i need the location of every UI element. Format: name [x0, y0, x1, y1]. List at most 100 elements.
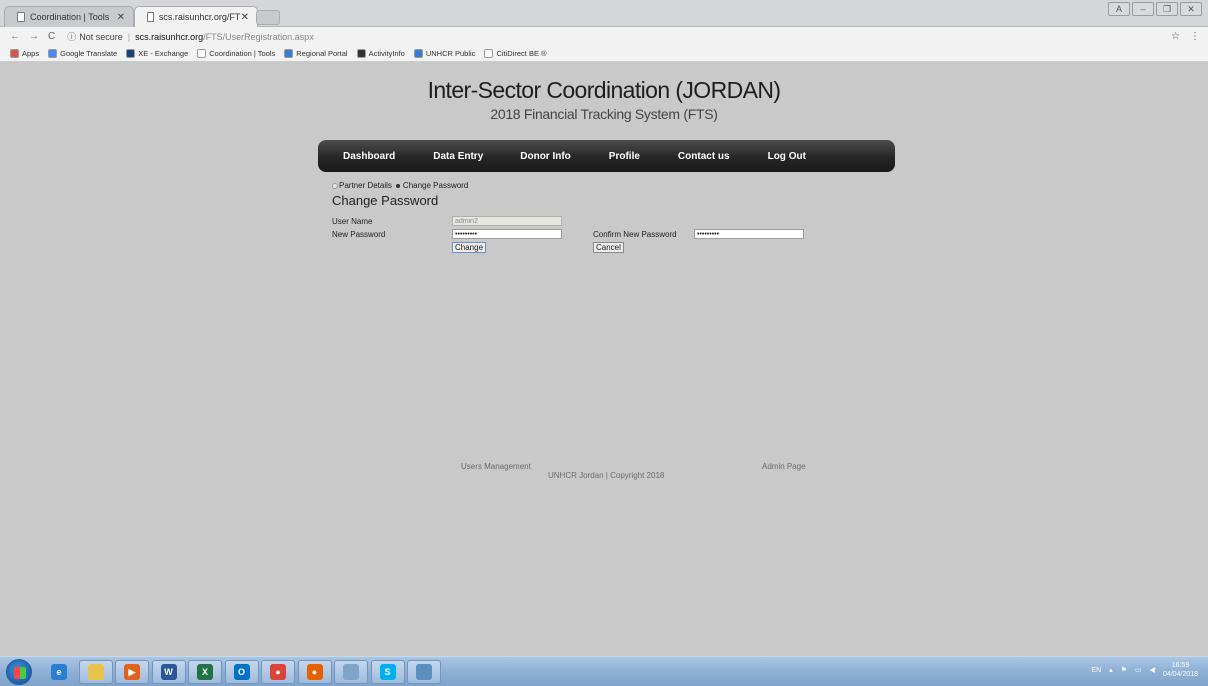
network-icon[interactable]: ▭	[1135, 666, 1142, 674]
confirm-password-field[interactable]	[694, 229, 804, 239]
bookmark-item[interactable]: UNHCR Public	[413, 49, 476, 58]
nav-profile[interactable]: Profile	[609, 151, 640, 162]
restore-icon[interactable]: ❐	[1156, 2, 1178, 16]
address-bar[interactable]: ⓘ Not secure | scs.raisunhcr.org/FTS/Use…	[67, 30, 313, 43]
volume-icon[interactable]: ◀	[1150, 666, 1155, 674]
apps-grid-icon	[10, 49, 19, 58]
bookmarks-bar: Apps Google Translate XE - Exchange Coordin…	[0, 46, 1208, 62]
page-icon	[197, 49, 207, 58]
user-profile-icon[interactable]: A	[1108, 2, 1130, 16]
app-glyph: O	[233, 664, 250, 680]
close-window-icon[interactable]: ✕	[1180, 2, 1202, 16]
back-icon[interactable]: ←	[10, 31, 20, 42]
users-management-link[interactable]: Users Management	[461, 462, 531, 471]
bookmark-item[interactable]: ActivityInfo	[356, 49, 405, 58]
word-icon[interactable]: W	[151, 660, 186, 684]
outlook-icon[interactable]: O	[224, 660, 259, 684]
excel-icon[interactable]: X	[188, 660, 222, 684]
admin-page-link[interactable]: Admin Page	[762, 462, 806, 471]
close-tab-icon[interactable]: ✕	[117, 12, 125, 23]
nav-data-entry[interactable]: Data Entry	[433, 151, 483, 162]
bookmark-label: UNHCR Public	[425, 49, 476, 58]
new-password-label: New Password	[332, 230, 386, 239]
app-glyph	[343, 664, 359, 680]
new-password-field[interactable]	[452, 229, 562, 239]
app-glyph: W	[160, 664, 177, 680]
nav-contact-us[interactable]: Contact us	[678, 151, 730, 162]
tab-title: scs.raisunhcr.org/FTS/Us	[158, 12, 241, 22]
separator: |	[127, 31, 131, 42]
chrome-icon[interactable]: ●	[261, 660, 295, 684]
minimize-icon[interactable]: –	[1132, 2, 1154, 16]
change-password-label[interactable]: Change Password	[403, 181, 468, 190]
window-controls: A – ❐ ✕	[1108, 2, 1202, 16]
browser-tab-active[interactable]: scs.raisunhcr.org/FTS/Us ✕	[134, 6, 258, 27]
unhcr-icon	[284, 49, 294, 58]
bookmark-item[interactable]: CitiDirect BE ®	[484, 49, 547, 58]
web-page: Inter-Sector Coordination (JORDAN) 2018 …	[0, 63, 1208, 656]
taskbar: e ▶ W X O ● ● S EN ▴ ⚑ ▭ ◀ 16:59 04/04/2018	[0, 656, 1208, 686]
bookmark-star-icon[interactable]: ☆	[1171, 31, 1180, 42]
partner-details-radio[interactable]	[332, 182, 338, 189]
bookmark-label: Regional Portal	[296, 49, 348, 58]
clock-date: 04/04/2018	[1162, 671, 1198, 678]
cancel-button[interactable]: Cancel	[593, 242, 624, 253]
partner-details-label[interactable]: Partner Details	[339, 181, 392, 190]
app-glyph	[87, 664, 104, 680]
windows-logo-icon	[14, 667, 26, 679]
bookmark-label: Coordination | Tools	[209, 49, 276, 58]
section-title: Change Password	[332, 193, 439, 208]
nav-donor-info[interactable]: Donor Info	[520, 151, 571, 162]
new-tab-button[interactable]	[256, 10, 280, 25]
page-icon	[484, 49, 494, 58]
activityinfo-icon	[356, 49, 366, 58]
forward-icon[interactable]: →	[29, 31, 39, 42]
change-password-radio[interactable]	[395, 183, 400, 188]
clock[interactable]: 16:59 04/04/2018	[1163, 661, 1198, 679]
internet-explorer-icon[interactable]: e	[42, 660, 76, 684]
info-icon[interactable]: ⓘ	[67, 30, 76, 43]
start-button[interactable]	[6, 659, 32, 685]
bookmark-item[interactable]: Coordination | Tools	[197, 49, 275, 58]
close-tab-icon[interactable]: ✕	[241, 12, 249, 23]
firefox-icon[interactable]: ●	[297, 660, 332, 684]
menu-icon[interactable]: ⋮	[1190, 31, 1200, 42]
confirm-password-label: Confirm New Password	[593, 230, 677, 239]
file-explorer-icon[interactable]	[78, 660, 113, 684]
media-player-icon[interactable]: ▶	[115, 660, 149, 684]
app-glyph: ●	[270, 664, 286, 680]
site-title: Inter-Sector Coordination (JORDAN)	[427, 77, 781, 103]
tab-title: Coordination | Tools	[30, 12, 110, 22]
system-tray: EN ▴ ⚑ ▭ ◀ 16:59 04/04/2018	[1091, 661, 1198, 679]
snipping-tool-icon[interactable]	[407, 660, 441, 684]
user-name-field	[452, 216, 562, 226]
nav-buttons: ← → C	[10, 31, 55, 42]
notes-icon[interactable]	[334, 660, 368, 684]
reload-icon[interactable]: C	[48, 31, 55, 42]
copyright-text: UNHCR Jordan | Copyright 2018	[548, 471, 665, 480]
language-indicator[interactable]: EN	[1091, 667, 1101, 674]
nav-dashboard[interactable]: Dashboard	[343, 151, 395, 162]
page-icon	[147, 12, 154, 22]
skype-icon[interactable]: S	[370, 660, 405, 684]
browser-tab-coordination[interactable]: Coordination | Tools ✕	[4, 6, 134, 27]
app-glyph: X	[197, 664, 213, 680]
browser-toolbar: ← → C ⓘ Not secure | scs.raisunhcr.org/F…	[0, 27, 1208, 46]
bookmark-item[interactable]: Regional Portal	[284, 49, 348, 58]
page-icon	[17, 12, 25, 22]
toolbar-right: ☆ ⋮	[1171, 31, 1200, 42]
show-hidden-icons[interactable]: ▴	[1109, 666, 1113, 674]
site-subtitle: 2018 Financial Tracking System (FTS)	[490, 106, 718, 122]
url-path: /FTS/UserRegistration.aspx	[203, 31, 314, 42]
change-button[interactable]: Change	[452, 242, 487, 253]
bookmark-item[interactable]: Apps	[10, 49, 39, 58]
action-center-flag-icon[interactable]: ⚑	[1121, 666, 1127, 674]
nav-log-out[interactable]: Log Out	[768, 151, 806, 162]
unhcr-icon	[413, 49, 423, 58]
bookmark-label: ActivityInfo	[368, 49, 405, 58]
browser-tabstrip: Coordination | Tools ✕ scs.raisunhcr.org…	[0, 0, 1208, 27]
bookmark-item[interactable]: XE - Exchange	[126, 49, 188, 58]
bookmark-label: CitiDirect BE ®	[496, 49, 547, 58]
google-translate-icon	[48, 49, 58, 58]
bookmark-item[interactable]: Google Translate	[48, 49, 117, 58]
